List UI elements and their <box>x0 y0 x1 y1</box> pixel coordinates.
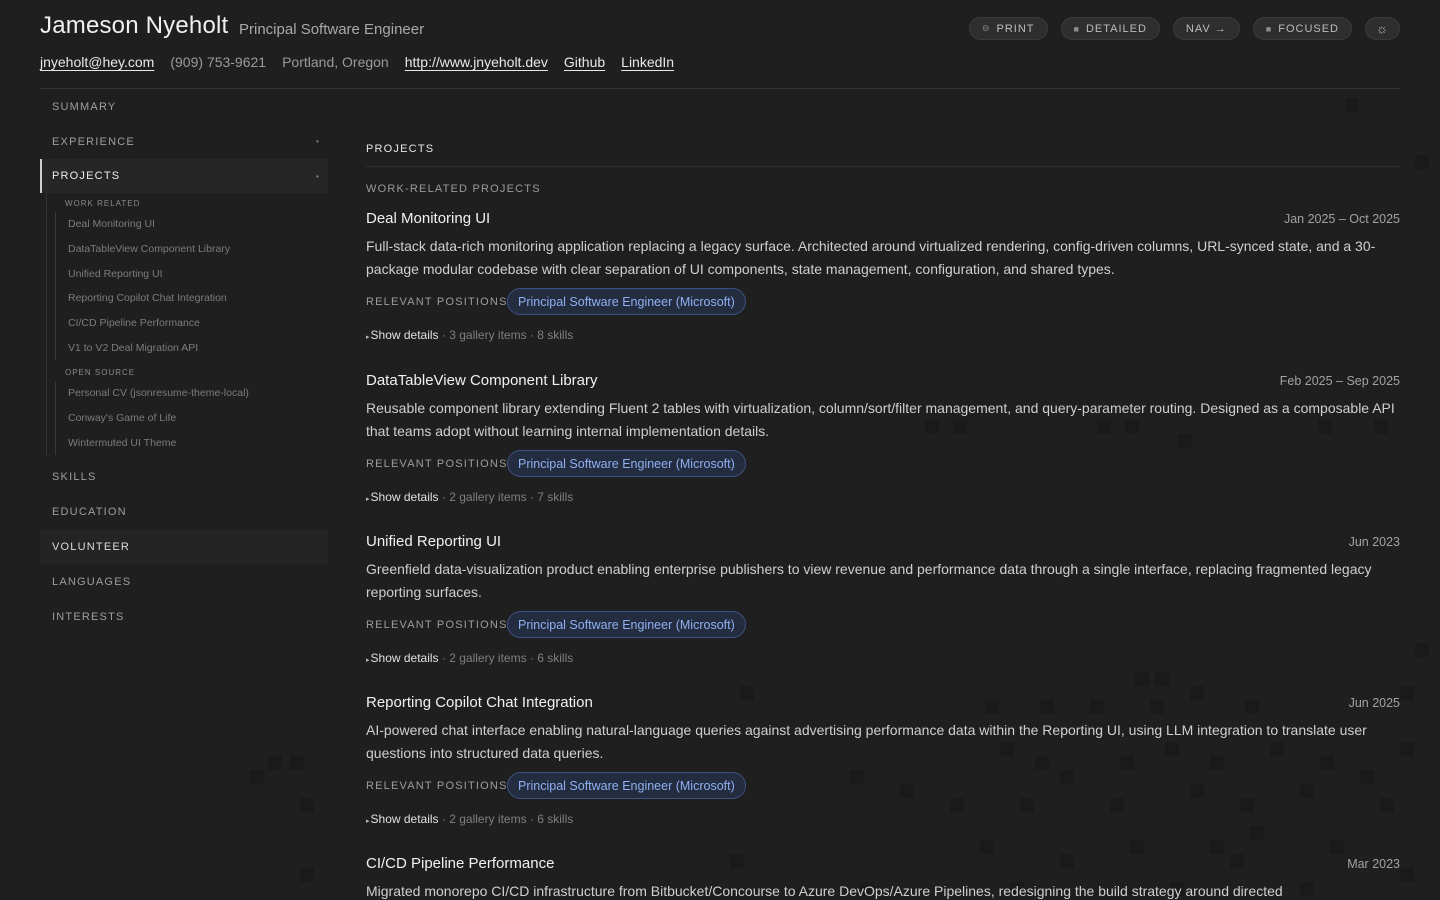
project-title: Unified Reporting UI <box>366 533 502 550</box>
print-button[interactable]: ⊖ PRINT <box>968 17 1048 40</box>
nav-item-interests[interactable]: INTERESTS <box>40 599 328 634</box>
square-icon: ■ <box>1073 23 1080 34</box>
printer-icon: ⊖ <box>981 23 991 33</box>
theme-toggle[interactable]: ☼ <box>1365 17 1400 40</box>
website-link[interactable]: http://www.jnyeholt.dev <box>405 54 548 70</box>
project-meta: · 2 gallery items · 6 skills <box>438 651 574 665</box>
project-meta: · 3 gallery items · 8 skills <box>438 328 574 342</box>
subsection-title: WORK-RELATED PROJECTS <box>366 183 541 195</box>
sun-icon: ☼ <box>1376 21 1389 36</box>
position-chip[interactable]: Principal Software Engineer (Microsoft) <box>507 450 746 477</box>
focused-label: FOCUSED <box>1278 22 1339 35</box>
contact-bar: jnyeholt@hey.com (909) 753-9621 Portland… <box>40 54 674 70</box>
section-title: PROJECTS <box>366 143 435 155</box>
linkedin-link[interactable]: LinkedIn <box>621 54 674 70</box>
email-link[interactable]: jnyeholt@hey.com <box>40 54 154 70</box>
nav-item-skills[interactable]: SKILLS <box>40 459 328 494</box>
nav-item-label: INTERESTS <box>52 610 125 623</box>
show-details-label: Show details <box>370 812 439 826</box>
show-details-toggle[interactable]: ▸Show details · 2 gallery items · 7 skil… <box>366 490 573 504</box>
nav-label: NAV → <box>1185 22 1227 35</box>
phone-text: (909) 753-9621 <box>170 54 267 70</box>
view-controls: ⊖ PRINT ■ DETAILED NAV → ■ FOCUSED ☼ <box>968 17 1400 40</box>
project-date: Mar 2023 <box>1347 857 1400 871</box>
expand-marker-icon: • <box>315 171 320 181</box>
position-chip[interactable]: Principal Software Engineer (Microsoft) <box>507 611 746 638</box>
square-icon: ■ <box>1265 23 1273 34</box>
nav-item-education[interactable]: EDUCATION <box>40 494 328 529</box>
project-description: Migrated monorepo CI/CD infrastructure f… <box>366 883 1283 899</box>
resume-page: Jameson Nyeholt Principal Software Engin… <box>0 0 1440 900</box>
project-meta: · 2 gallery items · 7 skills <box>438 490 574 504</box>
subnav-item[interactable]: DataTableView Component Library <box>55 236 328 262</box>
nav-item-label: SUMMARY <box>52 100 117 113</box>
section-divider <box>366 166 1400 167</box>
relevant-positions-label: RELEVANT POSITIONS <box>366 619 508 631</box>
project-description: Greenfield data-visualization product en… <box>366 561 1372 600</box>
project-date: Jan 2025 – Oct 2025 <box>1283 212 1400 226</box>
subnav-item[interactable]: V1 to V2 Deal Migration API <box>55 335 328 361</box>
nav-item-label: PROJECTS <box>52 170 121 182</box>
focused-toggle[interactable]: ■ FOCUSED <box>1252 17 1352 40</box>
project-date: Feb 2025 – Sep 2025 <box>1279 374 1400 388</box>
project-date: Jun 2025 <box>1348 696 1400 710</box>
relevant-positions-label: RELEVANT POSITIONS <box>366 458 508 470</box>
resume-header: Jameson Nyeholt Principal Software Engin… <box>40 0 1400 89</box>
show-details-toggle[interactable]: ▸Show details · 2 gallery items · 6 skil… <box>366 812 573 826</box>
projects-subnav: WORK RELATED Deal Monitoring UI DataTabl… <box>40 193 328 456</box>
nav-item-label: EDUCATION <box>52 505 127 518</box>
project-title: CI/CD Pipeline Performance <box>366 855 555 872</box>
nav-item-languages[interactable]: LANGUAGES <box>40 564 328 599</box>
person-name: Jameson Nyeholt <box>40 12 229 39</box>
relevant-positions-label: RELEVANT POSITIONS <box>366 296 508 308</box>
show-details-label: Show details <box>370 651 439 665</box>
project-description: AI-powered chat interface enabling natur… <box>366 722 1367 761</box>
section-nav: SUMMARY EXPERIENCE • PROJECTS • WORK REL… <box>40 89 328 634</box>
nav-item-volunteer[interactable]: VOLUNTEER <box>40 529 328 565</box>
subnav-heading: WORK RELATED <box>65 199 141 208</box>
show-details-toggle[interactable]: ▸Show details · 3 gallery items · 8 skil… <box>366 328 573 342</box>
subnav-item[interactable]: Wintermuted UI Theme <box>55 430 328 456</box>
relevant-positions-label: RELEVANT POSITIONS <box>366 780 508 792</box>
triangle-right-icon: ▸ <box>366 496 370 503</box>
nav-item-experience[interactable]: EXPERIENCE • <box>40 124 328 159</box>
nav-item-summary[interactable]: SUMMARY <box>40 89 328 124</box>
nav-item-label: LANGUAGES <box>52 575 132 588</box>
github-link[interactable]: Github <box>564 54 605 70</box>
detailed-toggle[interactable]: ■ DETAILED <box>1060 17 1160 40</box>
nav-item-label: EXPERIENCE <box>52 135 135 148</box>
show-details-label: Show details <box>370 490 439 504</box>
location-text: Portland, Oregon <box>282 54 389 70</box>
subnav-item[interactable]: Reporting Copilot Chat Integration <box>55 286 328 311</box>
project-meta: · 2 gallery items · 6 skills <box>438 812 574 826</box>
project-description: Full-stack data-rich monitoring applicat… <box>366 238 1376 277</box>
nav-toggle[interactable]: NAV → <box>1172 17 1240 40</box>
show-details-label: Show details <box>370 328 439 342</box>
detailed-label: DETAILED <box>1085 22 1147 35</box>
project-title: Reporting Copilot Chat Integration <box>366 694 593 711</box>
expand-marker-icon: • <box>315 137 320 146</box>
nav-item-label: SKILLS <box>52 470 97 483</box>
project-title: Deal Monitoring UI <box>366 210 491 227</box>
position-chip[interactable]: Principal Software Engineer (Microsoft) <box>507 772 746 799</box>
triangle-right-icon: ▸ <box>366 334 370 341</box>
project-date: Jun 2023 <box>1348 535 1400 549</box>
subnav-heading: OPEN SOURCE <box>65 368 136 378</box>
nav-item-label: VOLUNTEER <box>52 540 131 553</box>
triangle-right-icon: ▸ <box>366 818 370 825</box>
nav-item-projects[interactable]: PROJECTS • <box>40 159 328 193</box>
subnav-item[interactable]: Unified Reporting UI <box>55 261 328 287</box>
show-details-toggle[interactable]: ▸Show details · 2 gallery items · 6 skil… <box>366 651 573 665</box>
project-title: DataTableView Component Library <box>366 372 598 389</box>
person-role: Principal Software Engineer <box>239 21 425 38</box>
subnav-item[interactable]: Personal CV (jsonresume-theme-local) <box>55 381 328 406</box>
print-label: PRINT <box>996 22 1035 35</box>
subnav-item[interactable]: Conway's Game of Life <box>55 405 328 431</box>
subnav-item[interactable]: CI/CD Pipeline Performance <box>55 310 328 336</box>
subnav-item[interactable]: Deal Monitoring UI <box>55 212 328 237</box>
project-description: Reusable component library extending Flu… <box>366 400 1395 439</box>
position-chip[interactable]: Principal Software Engineer (Microsoft) <box>507 288 746 315</box>
work-related-group: WORK RELATED Deal Monitoring UI DataTabl… <box>46 193 328 456</box>
triangle-right-icon: ▸ <box>366 657 370 664</box>
